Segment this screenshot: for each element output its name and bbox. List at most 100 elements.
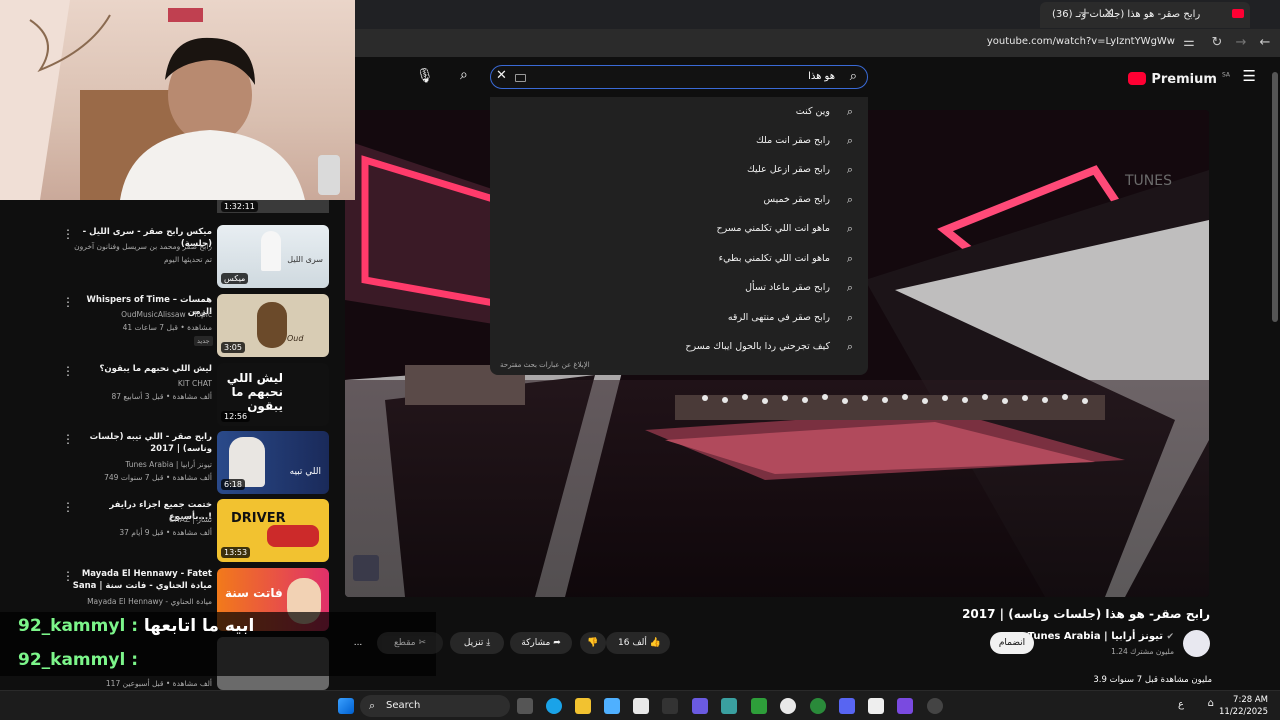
browser-tab-active[interactable]: (36) رابح صقر- هو هذا (جلسات ونـ — [1040, 2, 1250, 28]
minecraft-icon[interactable] — [751, 698, 767, 714]
search-input[interactable]: ✕ هو هذا ⌕ — [490, 65, 868, 89]
report-suggestions-link[interactable]: الإبلاغ عن عبارات بحث مقترحة — [500, 361, 590, 369]
app-icon[interactable] — [897, 698, 913, 714]
forward-icon[interactable]: → — [1232, 34, 1250, 52]
verified-icon: ✔ — [1166, 632, 1174, 642]
microphone-icon[interactable]: 🎙 — [416, 68, 434, 84]
channel-name[interactable]: CHAZ | تشاز — [52, 514, 212, 525]
video-thumbnail[interactable]: 1:32:11 — [217, 200, 329, 213]
start-icon[interactable] — [338, 698, 354, 714]
reload-icon[interactable]: ↻ — [1208, 34, 1226, 52]
duration-badge: 12:56 — [221, 411, 251, 422]
suggestion-item[interactable]: ماهو انت اللي تكلمني مسرح ⌕ — [490, 214, 868, 243]
channel-name[interactable]: Mayada El Hennawy - ميادة الحناوي — [52, 596, 212, 607]
video-title[interactable]: ليش اللي نحبهم ما يبقون؟ — [72, 363, 212, 375]
more-actions-button[interactable]: ... — [345, 632, 371, 654]
chrome-icon[interactable] — [810, 698, 826, 714]
car-illustration — [267, 525, 319, 547]
suggestion-item[interactable]: ماهو انت اللي تكلمني بطيء ⌕ — [490, 244, 868, 273]
youtube-play-icon — [1128, 72, 1147, 85]
thumb-caption: فاتت سنة — [225, 586, 283, 600]
system-clock[interactable]: 7:28 AM 11/22/2025 — [1219, 694, 1268, 718]
task-view-icon[interactable] — [517, 698, 533, 714]
more-options-icon[interactable]: ⋮ — [62, 364, 74, 378]
singer-figure — [261, 231, 281, 271]
page-scrollbar[interactable] — [1272, 60, 1278, 690]
app-icon[interactable] — [662, 698, 678, 714]
tunes-watermark: TUNES — [1124, 173, 1172, 189]
more-options-icon[interactable]: ⋮ — [62, 295, 74, 309]
chrome-icon[interactable] — [780, 698, 796, 714]
video-thumbnail[interactable]: Oud 3:05 — [217, 294, 329, 357]
chat-message: 92_kammyl : — [18, 650, 138, 670]
search-icon: ⌕ — [846, 340, 853, 353]
windows-taskbar: ⌕ Search ع ⌂ 7:28 AM 11/22/2025 — [0, 690, 1280, 720]
channel-watermark-icon[interactable] — [353, 555, 379, 581]
more-options-icon[interactable]: ⋮ — [62, 569, 74, 583]
clip-button[interactable]: مقطع ✂ — [377, 632, 443, 654]
suggestion-item[interactable]: وين كنت ⌕ — [490, 97, 868, 126]
dislike-button[interactable]: 👎 — [580, 632, 606, 654]
language-indicator[interactable]: ع — [1178, 699, 1184, 710]
video-title[interactable]: Mayada El Hennawy - Fatet Sana | ميادة ا… — [72, 568, 212, 592]
channel-name[interactable]: KIT CHAT — [52, 378, 212, 389]
copilot-icon[interactable] — [604, 698, 620, 714]
like-button[interactable]: 16 ألف 👍 — [606, 632, 670, 654]
clock-date: 11/22/2025 — [1219, 707, 1268, 717]
file-explorer-icon[interactable] — [575, 698, 591, 714]
channel-avatar[interactable] — [1183, 630, 1210, 657]
video-thumbnail[interactable]: ليش اللي نحبهم ما يبقون 12:56 — [217, 363, 329, 426]
youtube-logo[interactable]: Premium SA — [1128, 68, 1230, 87]
app-icon[interactable] — [721, 698, 737, 714]
brand-label: Premium — [1151, 72, 1217, 87]
suggestion-item[interactable]: رابح صقر في منتهى الرقه ⌕ — [490, 303, 868, 332]
browser-tab-strip: (36) رابح صقر- هو هذا (جلسات ونـ ✕ + — [355, 0, 1280, 29]
suggestion-item[interactable]: كيف تجرحني ردا بالحول ايباك مسرح ⌕ — [490, 332, 868, 361]
duration-badge: 3:05 — [221, 342, 245, 353]
webcam-feed — [0, 0, 340, 200]
search-icon: ⌕ — [846, 193, 853, 206]
back-icon[interactable]: ← — [1256, 34, 1274, 52]
suggestion-item[interactable]: رابح صقر ماعاد تسأل ⌕ — [490, 273, 868, 302]
video-thumbnail[interactable]: DRIVER 13:53 — [217, 499, 329, 562]
menu-icon[interactable]: ☰ — [1243, 67, 1256, 85]
clear-search-icon[interactable]: ✕ — [496, 68, 507, 83]
suggestion-item[interactable]: رابح صقر ازعل عليك ⌕ — [490, 155, 868, 184]
tab-close-icon[interactable]: ✕ — [1100, 5, 1118, 23]
channel-name-main[interactable]: Tunes Arabia | تيونز أرابيا ✔ — [1028, 631, 1174, 642]
thumb-caption: Oud — [287, 334, 304, 343]
app-icon[interactable] — [868, 698, 884, 714]
app-icon[interactable] — [692, 698, 708, 714]
share-button[interactable]: مشاركة ➦ — [510, 632, 572, 654]
search-icon: ⌕ — [846, 105, 853, 118]
network-icon[interactable]: ⌂ — [1208, 698, 1214, 709]
discord-icon[interactable] — [839, 698, 855, 714]
search-button[interactable]: ⌕ — [460, 67, 468, 83]
suggestion-item[interactable]: رابح صقر انت ملك ⌕ — [490, 126, 868, 155]
new-tab-icon[interactable]: + — [1076, 5, 1094, 23]
channel-name[interactable]: OudMusicAlissaw - Topic — [52, 309, 212, 320]
join-button[interactable]: انضمام — [990, 632, 1034, 654]
keyboard-icon[interactable] — [515, 74, 526, 82]
taskbar-search[interactable]: ⌕ Search — [360, 695, 510, 717]
download-button[interactable]: تنزيل ⤓ — [450, 632, 504, 654]
more-options-icon[interactable]: ⋮ — [62, 227, 74, 241]
video-thumbnail[interactable]: اللي تبيه 6:18 — [217, 431, 329, 494]
video-meta: 37 ألف مشاهدة • قبل 9 أيام — [119, 528, 212, 537]
channel-name[interactable]: Tunes Arabia | تيونز أرابيا — [52, 459, 212, 470]
more-options-icon[interactable]: ⋮ — [62, 432, 74, 446]
webcam-overlay — [0, 0, 355, 200]
scrollbar-thumb[interactable] — [1272, 72, 1278, 322]
search-icon: ⌕ — [846, 252, 853, 265]
video-thumbnail[interactable]: سرى الليل ميكس — [217, 225, 329, 288]
video-title[interactable]: رابح صقر - اللي تيبه (جلسات وناسه) | 201… — [72, 431, 212, 455]
app-icon[interactable] — [927, 698, 943, 714]
site-settings-icon[interactable]: ⚌ — [1180, 34, 1198, 52]
edge-icon[interactable] — [546, 698, 562, 714]
oud-illustration — [257, 302, 287, 348]
more-options-icon[interactable]: ⋮ — [62, 500, 74, 514]
store-icon[interactable] — [633, 698, 649, 714]
channel-name[interactable]: رابح صقر ومحمد بن سريسل وفنانون آخرون — [52, 241, 212, 252]
suggestion-item[interactable]: رابح صقر خميس ⌕ — [490, 185, 868, 214]
url-field[interactable]: youtube.com/watch?v=LyIzntYWgWw — [987, 36, 1175, 47]
